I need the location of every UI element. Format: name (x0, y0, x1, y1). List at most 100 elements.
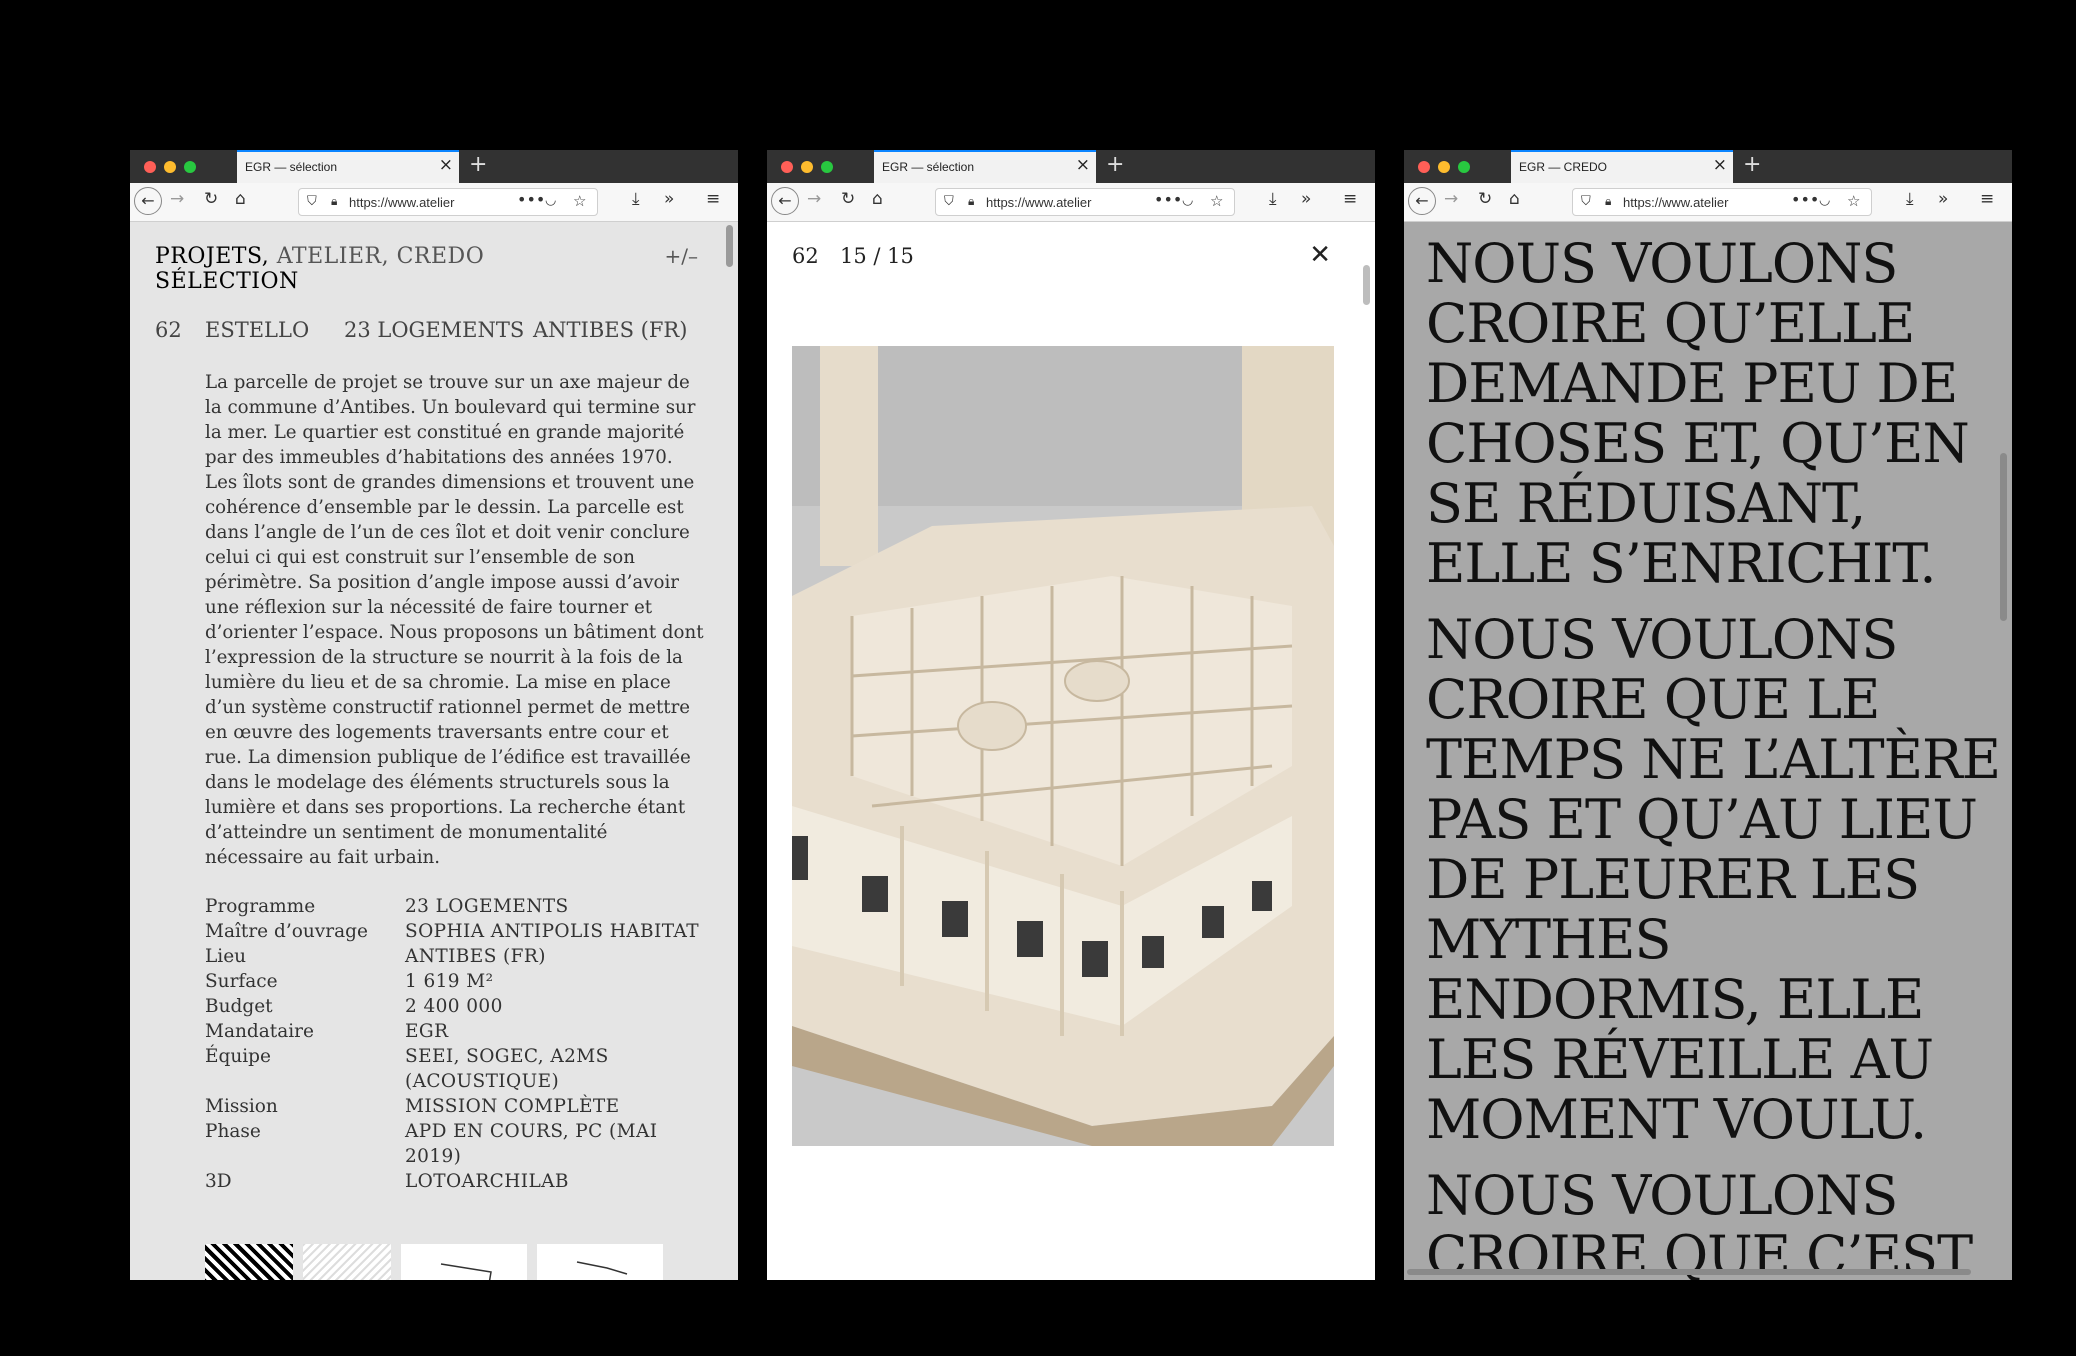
window-controls (1418, 161, 1470, 173)
fact-value: LOTOARCHILAB (405, 1171, 569, 1192)
overflow-chevron-icon[interactable]: » (664, 191, 674, 208)
fact-value: SOPHIA ANTIPOLIS HABITAT (405, 921, 699, 942)
maximize-window-button[interactable] (1458, 161, 1470, 173)
new-tab-icon[interactable]: + (1743, 152, 1761, 177)
expand-toggle[interactable]: +/– (665, 244, 699, 268)
hamburger-menu-icon[interactable]: ≡ (1980, 191, 1994, 208)
download-icon[interactable]: ⤓ (1269, 191, 1277, 208)
project-number: 62 (155, 318, 182, 342)
project-description: La parcelle de projet se trouve sur un a… (205, 372, 704, 868)
maximize-window-button[interactable] (821, 161, 833, 173)
fact-row: Programme 23 LOGEMENTS (205, 894, 705, 919)
home-icon[interactable]: ⌂ (1509, 191, 1520, 208)
menu-link-atelier[interactable]: ATELIER, (277, 244, 389, 269)
bookmark-star-icon[interactable]: ☆ (1210, 192, 1223, 210)
thumbnail-site-plan[interactable] (205, 1244, 293, 1280)
vertical-scrollbar[interactable] (1363, 265, 1370, 305)
hamburger-menu-icon[interactable]: ≡ (706, 191, 720, 208)
vertical-scrollbar[interactable] (2000, 453, 2007, 621)
download-icon[interactable]: ⤓ (632, 191, 640, 208)
new-tab-icon[interactable]: + (1106, 152, 1124, 177)
address-bar[interactable]: ⛉ 🔒︎ https://www.atelier ••• ◡ ☆ (1572, 188, 1872, 216)
address-bar[interactable]: ⛉ 🔒︎ https://www.atelier ••• ◡ ☆ (298, 188, 598, 216)
tab-bar: EGR — CREDO × + (1404, 150, 2012, 183)
maximize-window-button[interactable] (184, 161, 196, 173)
shield-icon[interactable]: ⛉ (1581, 194, 1591, 209)
close-tab-icon[interactable]: × (1713, 157, 1727, 174)
bookmark-star-icon[interactable]: ☆ (1847, 192, 1860, 210)
minimize-window-button[interactable] (164, 161, 176, 173)
forward-arrow-icon[interactable]: → (1444, 191, 1458, 208)
close-tab-icon[interactable]: × (1076, 157, 1090, 174)
browser-tab[interactable]: EGR — sélection × (237, 150, 459, 183)
lock-icon[interactable]: 🔒︎ (1605, 194, 1611, 209)
fact-row: 3D LOTOARCHILAB (205, 1169, 705, 1194)
close-window-button[interactable] (144, 161, 156, 173)
url-text[interactable]: https://www.atelier (1623, 195, 1761, 210)
lock-icon[interactable]: 🔒︎ (331, 194, 337, 209)
home-icon[interactable]: ⌂ (872, 191, 883, 208)
address-bar[interactable]: ⛉ 🔒︎ https://www.atelier ••• ◡ ☆ (935, 188, 1235, 216)
fact-row: Budget 2 400 000 (205, 994, 705, 1019)
reload-icon[interactable]: ↻ (841, 191, 855, 208)
fact-value: MISSION COMPLÈTE (405, 1096, 620, 1117)
forward-arrow-icon[interactable]: → (170, 191, 184, 208)
download-icon[interactable]: ⤓ (1906, 191, 1914, 208)
pocket-icon[interactable]: ◡ (545, 193, 556, 208)
fact-label: Équipe (205, 1046, 271, 1067)
fact-label: Programme (205, 896, 316, 917)
browser-tab[interactable]: EGR — sélection × (874, 150, 1096, 183)
project-name: ESTELLO (205, 318, 310, 342)
hamburger-menu-icon[interactable]: ≡ (1343, 191, 1357, 208)
new-tab-icon[interactable]: + (469, 152, 487, 177)
horizontal-scrollbar[interactable] (1407, 1269, 1971, 1275)
overflow-chevron-icon[interactable]: » (1938, 191, 1948, 208)
fact-row: Maître d’ouvrage SOPHIA ANTIPOLIS HABITAT (205, 919, 705, 944)
fact-label: Mandataire (205, 1021, 314, 1042)
back-arrow-icon[interactable]: ← (1408, 187, 1436, 215)
reload-icon[interactable]: ↻ (1478, 191, 1492, 208)
fact-label: Mission (205, 1096, 278, 1117)
back-arrow-icon[interactable]: ← (771, 187, 799, 215)
minimize-window-button[interactable] (801, 161, 813, 173)
navigation-bar: ← → ↻ ⌂ ⛉ 🔒︎ https://www.atelier ••• ◡ ☆… (767, 183, 1375, 222)
pocket-icon[interactable]: ◡ (1182, 193, 1193, 208)
lock-icon[interactable]: 🔒︎ (968, 194, 974, 209)
browser-tab[interactable]: EGR — CREDO × (1511, 150, 1733, 183)
more-actions-icon[interactable]: ••• (1154, 190, 1182, 209)
menu-link-selection[interactable]: SÉLECTION (155, 269, 299, 294)
project-location: ANTIBES (FR) (533, 318, 688, 342)
minimize-window-button[interactable] (1438, 161, 1450, 173)
back-arrow-icon[interactable]: ← (134, 187, 162, 215)
url-text[interactable]: https://www.atelier (349, 195, 487, 210)
credo-paragraph: Nous voulons croire que le temps ne l’al… (1426, 608, 2001, 1151)
menu-link-projets[interactable]: PROJETS, (155, 244, 269, 269)
tab-bar: EGR — sélection × + (767, 150, 1375, 183)
architectural-model-photo[interactable] (792, 346, 1334, 1146)
more-actions-icon[interactable]: ••• (517, 190, 545, 209)
bookmark-star-icon[interactable]: ☆ (573, 192, 586, 210)
menu-link-credo[interactable]: CREDO (397, 244, 485, 269)
close-tab-icon[interactable]: × (439, 157, 453, 174)
fact-label: Lieu (205, 946, 247, 967)
drawing-sketch (440, 1263, 492, 1280)
thumbnail-drawing[interactable] (401, 1244, 527, 1280)
thumbnail-plan[interactable] (303, 1244, 391, 1280)
url-text[interactable]: https://www.atelier (986, 195, 1124, 210)
shield-icon[interactable]: ⛉ (307, 194, 317, 209)
home-icon[interactable]: ⌂ (235, 191, 246, 208)
forward-arrow-icon[interactable]: → (807, 191, 821, 208)
overflow-chevron-icon[interactable]: » (1301, 191, 1311, 208)
close-gallery-icon[interactable]: ✕ (1309, 240, 1331, 270)
close-window-button[interactable] (1418, 161, 1430, 173)
fact-value: 23 LOGEMENTS (405, 896, 569, 917)
pocket-icon[interactable]: ◡ (1819, 193, 1830, 208)
shield-icon[interactable]: ⛉ (944, 194, 954, 209)
vertical-scrollbar[interactable] (726, 225, 733, 267)
reload-icon[interactable]: ↻ (204, 191, 218, 208)
close-window-button[interactable] (781, 161, 793, 173)
more-actions-icon[interactable]: ••• (1791, 190, 1819, 209)
navigation-bar: ← → ↻ ⌂ ⛉ 🔒︎ https://www.atelier ••• ◡ ☆… (1404, 183, 2012, 222)
thumbnail-drawing[interactable] (537, 1244, 663, 1280)
fact-value: ANTIBES (FR) (405, 946, 546, 967)
